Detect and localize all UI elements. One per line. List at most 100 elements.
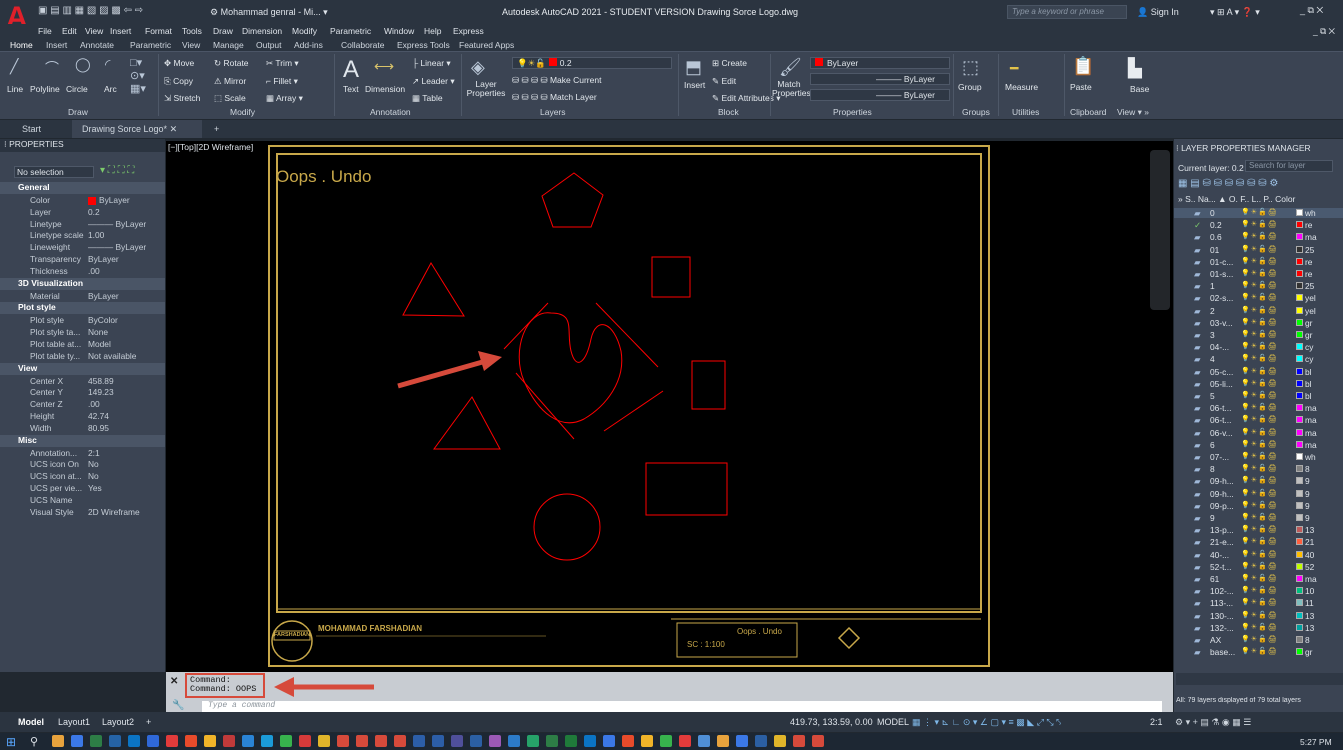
tab-collaborate[interactable]: Collaborate [341, 40, 384, 50]
layer-color-swatch[interactable] [1296, 440, 1303, 448]
linear-button[interactable]: ├ Linear ▾ [412, 58, 451, 69]
layer-color-swatch[interactable] [1296, 514, 1303, 521]
layer-color-swatch[interactable] [1296, 257, 1303, 265]
layer-color-swatch[interactable] [1296, 648, 1303, 656]
layer-color-swatch[interactable] [1296, 416, 1303, 424]
layer-row[interactable]: ▰ 01-s... 💡☀🔓🖨 re [1174, 269, 1343, 279]
layer-state-icons[interactable]: 💡☀🔓🖨 [1241, 232, 1278, 240]
match-layer-button[interactable]: ⛁ ⛁ ⛁ ⛁ Match Layer [512, 92, 597, 103]
layer-row[interactable]: ▰ 03-v... 💡☀🔓🖨 gr [1174, 318, 1343, 328]
tab-parametric[interactable]: Parametric [130, 40, 171, 50]
layer-color-swatch[interactable] [1296, 404, 1303, 412]
layer-state-icons[interactable]: 💡☀🔓🖨 [1241, 586, 1278, 594]
taskbar-app-icon[interactable] [71, 735, 83, 747]
property-row[interactable]: Center Z .00 [0, 399, 165, 411]
taskbar-app-icon[interactable] [812, 735, 824, 747]
menu-modify[interactable]: Modify [292, 26, 317, 36]
layer-row[interactable]: ▰ 5 💡☀🔓🖨 bl [1174, 391, 1343, 401]
property-row[interactable]: UCS Name [0, 495, 165, 507]
layer-scrollbar[interactable] [1176, 673, 1343, 685]
layer-row[interactable]: ▰ 05-c... 💡☀🔓🖨 bl [1174, 367, 1343, 377]
layer-color-swatch[interactable] [1296, 575, 1303, 582]
layer-color-swatch[interactable] [1296, 501, 1303, 509]
layer-row[interactable]: ▰ 09-p... 💡☀🔓🖨 9 [1174, 501, 1343, 511]
taskbar-app-icon[interactable] [622, 735, 634, 747]
layer-row[interactable]: ▰ 130-... 💡☀🔓🖨 13 [1174, 611, 1343, 621]
mirror-button[interactable]: ⚠ Mirror [214, 76, 246, 87]
group-button[interactable]: Group [958, 82, 982, 92]
circle-button[interactable]: Circle [66, 84, 88, 94]
base-button[interactable]: Base [1130, 84, 1149, 94]
layer-column-headers[interactable]: » S.. Na... ▲ O. F.. L.. P.. Color [1178, 194, 1295, 204]
layer-state-icons[interactable]: 💡☀🔓🖨 [1241, 354, 1278, 362]
menu-help[interactable]: Help [424, 26, 441, 36]
layer-color-swatch[interactable] [1296, 331, 1303, 338]
close-icon[interactable]: ✕ [170, 124, 178, 134]
property-row[interactable]: Lineweight ——— ByLayer [0, 242, 165, 254]
layer-properties-button[interactable]: Layer Properties [466, 80, 506, 98]
layer-color-swatch[interactable] [1296, 453, 1303, 460]
layer-row[interactable]: ▰ 0.6 💡☀🔓🖨 ma [1174, 232, 1343, 242]
layer-state-icons[interactable]: 💡☀🔓🖨 [1241, 476, 1278, 484]
taskbar-app-icon[interactable] [318, 735, 330, 747]
property-row[interactable]: Plot table ty... Not available [0, 351, 165, 363]
menu-view[interactable]: View [85, 26, 103, 36]
lineweight-dropdown[interactable]: ——— ByLayer [810, 89, 950, 101]
layer-state-icons[interactable]: 💡☀🔓🖨 [1241, 452, 1278, 460]
measure-button[interactable]: Measure [1005, 82, 1038, 92]
edit-block-button[interactable]: ✎ Edit [712, 76, 736, 87]
layer-state-icons[interactable]: 💡☀🔓🖨 [1241, 403, 1278, 411]
layer-state-icons[interactable]: 💡☀🔓🖨 [1241, 330, 1278, 338]
layer-row[interactable]: ▰ 6 💡☀🔓🖨 ma [1174, 440, 1343, 450]
menu-edit[interactable]: Edit [62, 26, 77, 36]
taskbar-app-icon[interactable] [90, 735, 102, 747]
property-row[interactable]: Center X 458.89 [0, 376, 165, 388]
layer-color-swatch[interactable] [1296, 477, 1303, 485]
layer-color-swatch[interactable] [1296, 562, 1303, 570]
taskbar-app-icon[interactable] [660, 735, 672, 747]
layer-color-swatch[interactable] [1296, 209, 1303, 216]
property-row[interactable]: Linetype ——— ByLayer [0, 219, 165, 231]
draw-extra-icons[interactable]: □▾ ⊙▾ ▦▾ [130, 56, 146, 95]
property-section-header[interactable]: Misc [0, 434, 165, 447]
taskbar-app-icon[interactable] [736, 735, 748, 747]
taskbar-app-icon[interactable] [280, 735, 292, 747]
layer-state-icons[interactable]: 💡☀🔓🖨 [1241, 281, 1278, 289]
arc-button[interactable]: Arc [104, 84, 117, 94]
paste-button[interactable]: Paste [1070, 82, 1092, 92]
layer-row[interactable]: ▰ 06-v... 💡☀🔓🖨 ma [1174, 428, 1343, 438]
copy-button[interactable]: ⎘ Copy [164, 76, 193, 87]
layer-row[interactable]: ▰ 06-t... 💡☀🔓🖨 ma [1174, 415, 1343, 425]
tab-start[interactable]: Start [12, 120, 51, 138]
status-tray-icons[interactable]: ⚙ ▾ + ▤ ⚗ ◉ ▦ ☰ [1175, 717, 1251, 728]
layer-state-icons[interactable]: 💡☀🔓🖨 [1241, 342, 1278, 350]
layer-row[interactable]: ▰ 01-c... 💡☀🔓🖨 re [1174, 257, 1343, 267]
search-icon[interactable]: ⚲ [30, 735, 38, 748]
layer-state-icons[interactable]: 💡☀🔓🖨 [1241, 537, 1278, 545]
layer-color-swatch[interactable] [1296, 465, 1303, 473]
move-button[interactable]: ✥ Move [164, 58, 194, 69]
draw-panel-label[interactable]: Draw [68, 107, 88, 117]
layer-state-icons[interactable]: 💡☀🔓🖨 [1241, 208, 1278, 216]
layer-row[interactable]: ▰ 9 💡☀🔓🖨 9 [1174, 513, 1343, 523]
property-row[interactable]: UCS icon at... No [0, 471, 165, 483]
quick-select-icons[interactable]: ▾ ⛶ ⛶ ⛶ [100, 165, 134, 176]
layer-state-icons[interactable]: 💡☀🔓🖨 [1241, 489, 1278, 497]
property-row[interactable]: UCS icon On No [0, 459, 165, 471]
layer-row[interactable]: ✓ 0.2 💡☀🔓🖨 re [1174, 220, 1343, 230]
layer-state-icons[interactable]: 💡☀🔓🖨 [1241, 598, 1278, 606]
tab-annotate[interactable]: Annotate [80, 40, 114, 50]
layer-color-swatch[interactable] [1296, 611, 1303, 619]
layer-color-swatch[interactable] [1296, 392, 1303, 399]
taskbar-app-icon[interactable] [451, 735, 463, 747]
property-section-header[interactable]: General [0, 182, 165, 194]
taskbar-app-icon[interactable] [147, 735, 159, 747]
insert-button[interactable]: Insert [684, 80, 705, 90]
taskbar-app-icon[interactable] [432, 735, 444, 747]
quick-access-toolbar[interactable]: ▣ ▤ ▥ ▦ ▧ ▨ ▩ ⇦ ⇨ [38, 5, 143, 16]
tab-drawing[interactable]: Drawing Sorce Logo* ✕ [72, 120, 202, 138]
layer-row[interactable]: ▰ 05-li... 💡☀🔓🖨 bl [1174, 379, 1343, 389]
tab-home[interactable]: Home [10, 40, 33, 50]
layer-state-icons[interactable]: 💡☀🔓🖨 [1241, 293, 1278, 301]
tab-output[interactable]: Output [256, 40, 282, 50]
